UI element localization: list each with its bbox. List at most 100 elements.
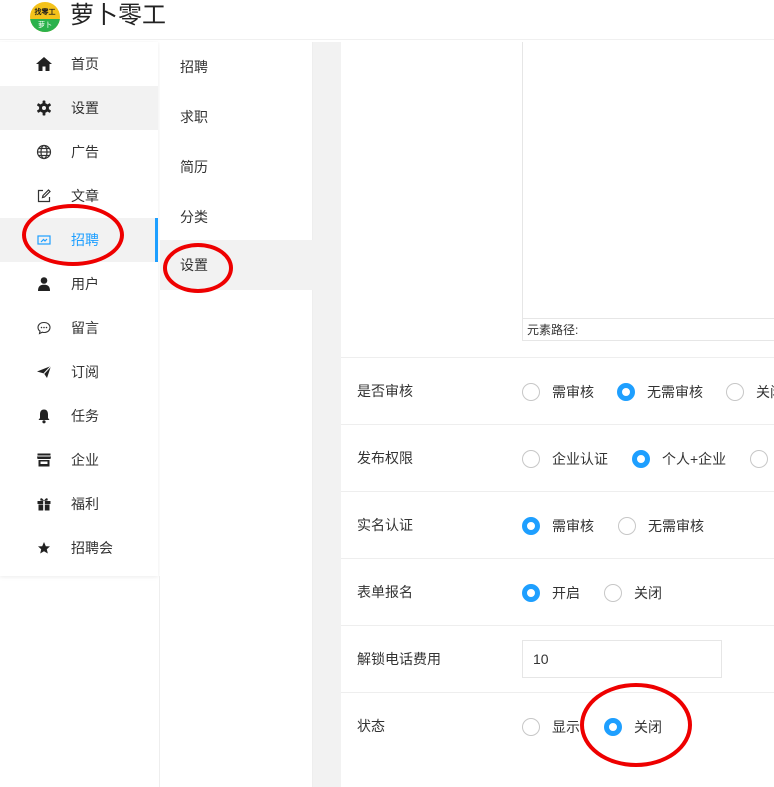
- sidebar-item-tasks[interactable]: 任务: [0, 394, 158, 438]
- recruit-icon: [35, 231, 53, 249]
- main-sidebar: 首页 设置 广告 文章 招聘 用户 留言 订阅 任务 企业 福利 招聘会: [0, 42, 158, 576]
- sidebar-item-label: 招聘: [71, 232, 99, 248]
- subnav-item-label: 简历: [180, 159, 208, 175]
- sub-sidebar: 招聘 求职 简历 分类 设置: [160, 42, 313, 787]
- sidebar-item-recruit[interactable]: 招聘: [0, 218, 158, 262]
- content-gutter: [313, 42, 341, 787]
- logo-bottom-text: 萝卜: [30, 19, 60, 32]
- settings-form: 元素路径: 是否审核 需审核 无需审核 关闭 发布权限 企业认证 个人+企业: [341, 42, 774, 787]
- radio-text: 个人+企业: [662, 450, 727, 467]
- realname-option-need[interactable]: 需审核: [522, 492, 594, 559]
- audit-option-need[interactable]: 需审核: [522, 358, 594, 425]
- edit-icon: [35, 187, 53, 205]
- subnav-item-label: 设置: [180, 257, 208, 273]
- sidebar-item-messages[interactable]: 留言: [0, 306, 158, 350]
- realname-label: 实名认证: [357, 517, 413, 533]
- radio-text: 无需审核: [647, 383, 703, 400]
- radio-text: 无需审核: [648, 517, 704, 534]
- subnav-item-jobs[interactable]: 招聘: [160, 42, 313, 92]
- sidebar-item-subscribe[interactable]: 订阅: [0, 350, 158, 394]
- unlock-fee-row: 解锁电话费用: [341, 625, 774, 692]
- sidebar-item-label: 福利: [71, 496, 99, 512]
- sidebar-item-label: 广告: [71, 144, 99, 160]
- radio-text: 关闭: [634, 718, 662, 735]
- signup-row: 表单报名 开启 关闭: [341, 558, 774, 625]
- radio-dot: [522, 583, 540, 602]
- radio-dot: [632, 449, 650, 468]
- audit-option-close[interactable]: 关闭: [726, 358, 774, 425]
- status-option-close[interactable]: 关闭: [604, 693, 662, 760]
- subnav-item-resume[interactable]: 简历: [160, 142, 313, 192]
- gift-icon: [35, 495, 53, 513]
- publish-option-more[interactable]: [750, 425, 768, 492]
- radio-text: 需审核: [552, 517, 594, 534]
- status-option-show[interactable]: 显示: [522, 693, 580, 760]
- realname-option-none[interactable]: 无需审核: [618, 492, 704, 559]
- sidebar-item-company[interactable]: 企业: [0, 438, 158, 482]
- sidebar-item-label: 企业: [71, 452, 99, 468]
- user-icon: [35, 275, 53, 293]
- signup-option-on[interactable]: 开启: [522, 559, 580, 626]
- audit-option-none[interactable]: 无需审核: [617, 358, 703, 425]
- sidebar-item-label: 订阅: [71, 364, 99, 380]
- brand-name[interactable]: 萝卜零工: [70, 0, 166, 32]
- sidebar-item-welfare[interactable]: 福利: [0, 482, 158, 526]
- radio-dot: [522, 449, 540, 468]
- sidebar-item-settings[interactable]: 设置: [0, 86, 158, 130]
- app-logo[interactable]: 找零工 萝卜: [30, 2, 60, 32]
- sidebar-item-home[interactable]: 首页: [0, 42, 158, 86]
- sidebar-item-jobfair[interactable]: 招聘会: [0, 526, 158, 570]
- send-icon: [35, 363, 53, 381]
- radio-dot: [522, 382, 540, 401]
- sidebar-item-label: 首页: [71, 56, 99, 72]
- rich-text-editor[interactable]: [522, 42, 774, 341]
- radio-text: 企业认证: [552, 450, 608, 467]
- signup-option-off[interactable]: 关闭: [604, 559, 662, 626]
- home-icon: [35, 55, 53, 73]
- unlock-fee-label: 解锁电话费用: [357, 651, 441, 667]
- subnav-item-label: 招聘: [180, 59, 208, 75]
- publish-option-personal[interactable]: 个人+企业: [632, 425, 726, 492]
- sidebar-item-label: 留言: [71, 320, 99, 336]
- editor-element-path: 元素路径:: [522, 318, 774, 341]
- radio-dot: [604, 717, 622, 736]
- sidebar-item-label: 设置: [71, 100, 99, 116]
- subnav-item-settings[interactable]: 设置: [160, 240, 313, 290]
- radio-dot: [726, 382, 744, 401]
- radio-dot: [617, 382, 635, 401]
- realname-row: 实名认证 需审核 无需审核: [341, 491, 774, 558]
- publish-option-company[interactable]: 企业认证: [522, 425, 608, 492]
- subnav-item-label: 求职: [180, 109, 208, 125]
- sidebar-item-users[interactable]: 用户: [0, 262, 158, 306]
- subnav-item-category[interactable]: 分类: [160, 192, 313, 242]
- publish-label: 发布权限: [357, 450, 413, 466]
- message-icon: [35, 319, 53, 337]
- sidebar-item-ads[interactable]: 广告: [0, 130, 158, 174]
- status-label: 状态: [357, 718, 385, 734]
- radio-dot: [750, 449, 768, 468]
- top-header: 找零工 萝卜 萝卜零工: [0, 0, 774, 40]
- publish-row: 发布权限 企业认证 个人+企业: [341, 424, 774, 491]
- radio-dot: [604, 583, 622, 602]
- gear-icon: [35, 99, 53, 117]
- subnav-item-label: 分类: [180, 209, 208, 225]
- radio-text: 显示: [552, 718, 580, 735]
- sidebar-item-label: 招聘会: [71, 540, 113, 556]
- sidebar-item-articles[interactable]: 文章: [0, 174, 158, 218]
- audit-row: 是否审核 需审核 无需审核 关闭: [341, 357, 774, 424]
- sidebar-item-label: 任务: [71, 408, 99, 424]
- globe-icon: [35, 143, 53, 161]
- audit-label: 是否审核: [357, 383, 413, 399]
- logo-top-text: 找零工: [34, 9, 56, 16]
- radio-dot: [522, 516, 540, 535]
- subnav-item-seek[interactable]: 求职: [160, 92, 313, 142]
- radio-text: 关闭: [634, 584, 662, 601]
- radio-dot: [618, 516, 636, 535]
- unlock-fee-input[interactable]: [522, 640, 722, 678]
- radio-text: 开启: [552, 584, 580, 601]
- radio-dot: [522, 717, 540, 736]
- signup-label: 表单报名: [357, 584, 413, 600]
- radio-text: 关闭: [756, 383, 774, 400]
- sidebar-item-label: 用户: [71, 276, 99, 292]
- star-icon: [35, 539, 53, 557]
